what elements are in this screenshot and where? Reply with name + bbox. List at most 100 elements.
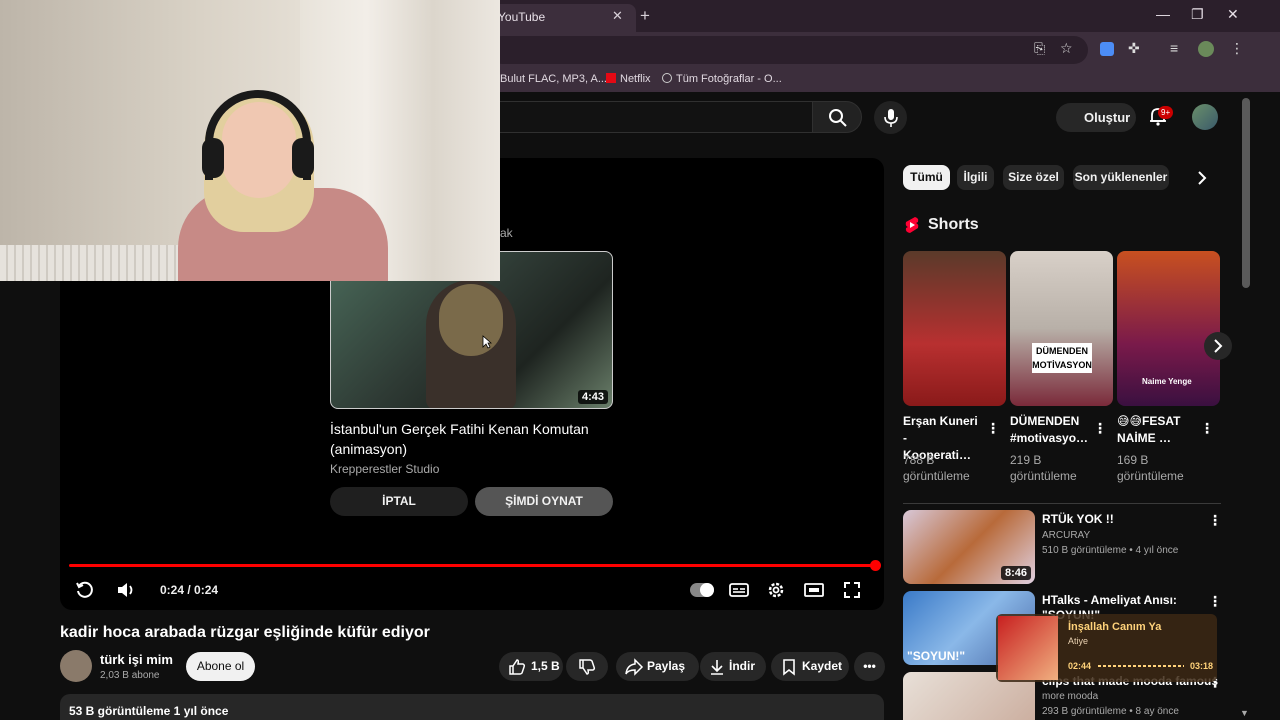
- endcard-duration: 4:43: [577, 390, 608, 404]
- globe-icon: [662, 73, 672, 83]
- tab-title: YouTube: [498, 10, 546, 24]
- short-menu-icon-3[interactable]: ⋮: [1200, 420, 1214, 436]
- recommendation-meta-3: 293 B görüntüleme • 8 ay önce: [1042, 706, 1179, 717]
- short-menu-icon-2[interactable]: ⋮: [1093, 420, 1107, 436]
- page-scrollbar[interactable]: [1242, 98, 1250, 288]
- shorts-heading: Shorts: [928, 216, 979, 233]
- music-total: 03:18: [1190, 661, 1214, 671]
- video-title: kadir hoca arabada rüzgar eşliğinde küfü…: [60, 624, 430, 641]
- endcard-channel[interactable]: Krepperestler Studio: [330, 462, 439, 476]
- recommendation-meta-1: 510 B görüntüleme • 4 yıl önce: [1042, 545, 1179, 556]
- shorts-next-button[interactable]: [1204, 332, 1232, 360]
- like-count: 1,5 B: [531, 659, 560, 673]
- time-display: 0:24 / 0:24: [160, 583, 219, 597]
- subscribe-button[interactable]: Abone ol: [186, 652, 255, 681]
- short-title-2[interactable]: DÜMENDEN #motivasyo…: [1010, 413, 1088, 447]
- chip-all[interactable]: Tümü: [903, 165, 950, 190]
- cancel-autoplay-button[interactable]: İPTAL: [330, 487, 468, 516]
- extension-icon[interactable]: [1100, 42, 1114, 56]
- subscriber-count: 2,03 B abone: [100, 670, 160, 681]
- chip-related[interactable]: İlgili: [957, 165, 994, 190]
- short-thumbnail-2[interactable]: DÜMENDEN MOTİVASYON: [1010, 251, 1113, 406]
- notification-count-badge: 9+: [1158, 106, 1174, 119]
- recommendation-thumbnail-1[interactable]: 8:46: [903, 510, 1035, 584]
- short-thumbnail-3[interactable]: Naime Yenge: [1117, 251, 1220, 406]
- microphone-icon: [884, 109, 898, 127]
- thumbs-up-icon: [509, 659, 526, 675]
- thumbnail-face: [439, 284, 503, 356]
- short-thumbnail-3-caption: Naime Yenge: [1142, 377, 1192, 386]
- webcam-overlay: [0, 0, 500, 281]
- browser-profile-avatar[interactable]: [1198, 41, 1214, 57]
- search-button[interactable]: [812, 101, 862, 133]
- volume-icon[interactable]: [116, 580, 136, 600]
- chip-for-you[interactable]: Size özel: [1003, 165, 1064, 190]
- bookmark-photos[interactable]: Tüm Fotoğraflar - O...: [662, 73, 782, 85]
- endcard-title[interactable]: İstanbul'un Gerçek Fatihi Kenan Komutan …: [330, 419, 620, 459]
- more-actions-button[interactable]: •••: [854, 652, 885, 681]
- restore-icon[interactable]: ❐: [1191, 6, 1204, 23]
- short-thumbnail-1[interactable]: [903, 251, 1006, 406]
- create-label: Oluştur: [1084, 110, 1131, 125]
- play-now-button[interactable]: ŞİMDİ OYNAT: [475, 487, 613, 516]
- chip-recently-uploaded[interactable]: Son yüklenenler: [1073, 165, 1169, 190]
- chevron-right-icon: [1214, 339, 1223, 353]
- save-label: Kaydet: [802, 659, 843, 673]
- like-button[interactable]: 1,5 B: [499, 652, 563, 681]
- download-button[interactable]: İndir: [700, 652, 766, 681]
- netflix-icon: [606, 73, 616, 83]
- headset-earcup-left: [202, 138, 224, 178]
- subtitles-icon[interactable]: [729, 580, 749, 600]
- bookmark-star-icon[interactable]: ☆: [1060, 40, 1073, 57]
- shorts-logo-icon: [905, 217, 919, 233]
- replay-icon[interactable]: [75, 580, 95, 600]
- create-button[interactable]: Oluştur: [1056, 103, 1136, 132]
- music-track-title: İnşallah Canım Ya: [1068, 621, 1162, 633]
- recommendation-thumbnail-2-caption: "SOYUN!": [907, 649, 966, 663]
- bookmark-icon: [783, 659, 795, 676]
- channel-name[interactable]: türk işi mim: [100, 652, 173, 667]
- music-artist: Atiye: [1068, 636, 1089, 646]
- share-button[interactable]: Paylaş: [616, 652, 699, 681]
- extensions-puzzle-icon[interactable]: ✜: [1128, 40, 1140, 57]
- recommendation-channel-1[interactable]: ARCURAY: [1042, 530, 1090, 541]
- bookmark-netflix[interactable]: Netflix: [606, 73, 651, 85]
- recommendation-menu-icon-1[interactable]: ⋮: [1208, 512, 1222, 528]
- save-button[interactable]: Kaydet: [771, 652, 849, 681]
- install-app-icon[interactable]: ⎘: [1034, 40, 1045, 57]
- account-avatar[interactable]: [1192, 104, 1218, 130]
- download-label: İndir: [729, 659, 755, 673]
- fullscreen-icon[interactable]: [842, 580, 862, 600]
- music-progress-bar: [1098, 665, 1184, 667]
- settings-gear-icon[interactable]: [766, 580, 786, 600]
- recommendation-title-1[interactable]: RTÜk YOK !!: [1042, 512, 1114, 526]
- short-menu-icon-1[interactable]: ⋮: [986, 420, 1000, 436]
- progress-bar[interactable]: [69, 564, 877, 567]
- browser-menu-icon[interactable]: ⋮: [1230, 40, 1244, 57]
- recommendation-title-2[interactable]: HTalks - Ameliyat Anısı:: [1042, 593, 1177, 607]
- channel-avatar[interactable]: [60, 650, 92, 682]
- upnext-label: ak: [500, 226, 513, 240]
- scroll-down-arrow-icon[interactable]: ▼: [1240, 708, 1249, 718]
- recommendation-channel-3[interactable]: more mooda: [1042, 691, 1098, 702]
- voice-search-button[interactable]: [874, 101, 907, 134]
- dislike-button[interactable]: [566, 652, 608, 681]
- new-tab-icon[interactable]: +: [640, 6, 650, 26]
- close-window-icon[interactable]: ✕: [1227, 6, 1239, 23]
- media-control-icon[interactable]: ≡: [1170, 40, 1178, 56]
- bookmark-bulut[interactable]: Bulut FLAC, MP3, A...: [500, 73, 607, 85]
- close-tab-icon[interactable]: ✕: [612, 8, 623, 24]
- thumbs-down-icon: [579, 659, 596, 675]
- scrubber-handle[interactable]: [870, 560, 881, 571]
- chevron-right-icon[interactable]: [1192, 168, 1212, 188]
- search-icon: [829, 109, 847, 127]
- recommendation-menu-icon-2[interactable]: ⋮: [1208, 593, 1222, 609]
- theater-mode-icon[interactable]: [804, 580, 824, 600]
- address-bar[interactable]: [488, 36, 1088, 64]
- short-title-3[interactable]: 😅😅FESAT NAİME …: [1117, 413, 1192, 447]
- autoplay-knob: [700, 583, 714, 597]
- minimize-icon[interactable]: —: [1156, 6, 1170, 22]
- more-horizontal-icon: •••: [863, 659, 876, 673]
- search-input[interactable]: [488, 101, 812, 133]
- recommendation-duration-1: 8:46: [1000, 566, 1031, 580]
